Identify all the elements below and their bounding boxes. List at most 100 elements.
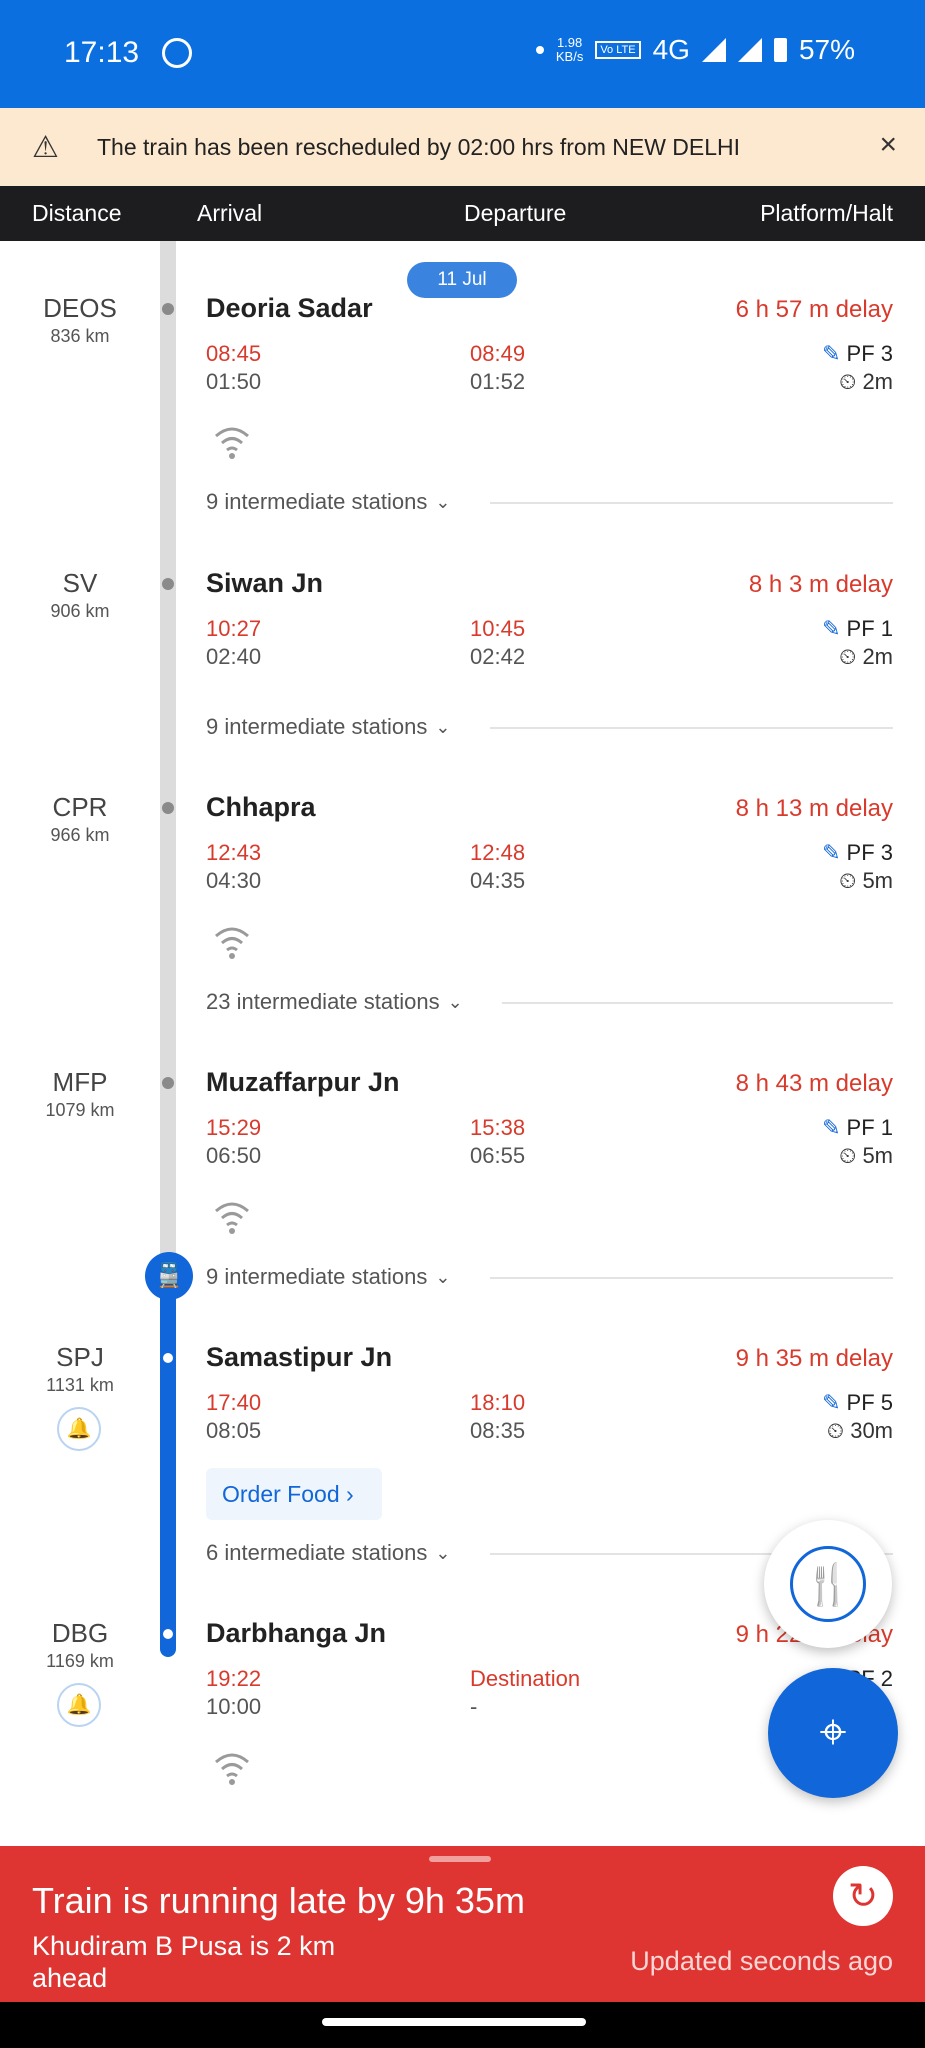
halt: ⏲ 2m [839, 644, 893, 669]
halt: ⏲ 5m [839, 1143, 893, 1168]
system-nav-bar [0, 2002, 925, 2048]
food-fab[interactable]: 🍴 [764, 1520, 892, 1648]
intermediate-stations-toggle[interactable]: 6 intermediate stations ⌄ [206, 1540, 450, 1566]
status-icons: 1.98 KB/s Vo LTE 4G 57% [535, 34, 855, 66]
next-station-info: Khudiram B Pusa is 2 km ahead [32, 1931, 336, 1993]
station-name[interactable]: Siwan Jn [206, 568, 323, 599]
delay-text: 8 h 43 m delay [735, 1070, 893, 1097]
station-code: MFP [52, 1067, 108, 1097]
station-node [162, 1077, 174, 1089]
departure-actual: Destination [470, 1666, 581, 1691]
bell-icon[interactable]: 🔔 [57, 1407, 101, 1451]
divider [490, 502, 893, 504]
chevron-down-icon: ⌄ [447, 991, 463, 1012]
platform: ✎ PF 3 [822, 840, 893, 865]
wifi-icon [215, 427, 249, 459]
station-name[interactable]: Chhapra [206, 792, 316, 823]
arrival-scheduled: 06:50 [206, 1143, 262, 1168]
warning-icon: ⚠ [32, 131, 59, 164]
station-code: CPR [52, 792, 108, 822]
col-departure: Departure [464, 200, 567, 226]
departure-scheduled: 04:35 [470, 868, 526, 893]
app-notification-icon [162, 38, 192, 68]
column-header: Distance Arrival Departure Platform/Halt [0, 186, 925, 241]
station-distance: 836 km [50, 326, 110, 346]
station-node [162, 303, 174, 315]
divider [502, 1002, 893, 1004]
signal-icon [701, 38, 726, 62]
close-icon[interactable]: × [879, 128, 897, 162]
departure-scheduled: 02:42 [470, 644, 526, 669]
platform: ✎ PF 1 [822, 1115, 893, 1140]
location-fab[interactable]: ⌖ [768, 1668, 898, 1798]
home-gesture-handle[interactable] [322, 2018, 586, 2026]
pencil-icon[interactable]: ✎ [822, 616, 840, 641]
timer-off-icon: ⏲ [839, 868, 863, 893]
refresh-icon[interactable]: ↻ [833, 1866, 893, 1926]
intermediate-stations-toggle[interactable]: 9 intermediate stations ⌄ [206, 1264, 450, 1290]
pencil-icon[interactable]: ✎ [822, 1390, 840, 1415]
bell-icon[interactable]: 🔔 [57, 1683, 101, 1727]
running-late-title: Train is running late by 9h 35m [32, 1880, 525, 1921]
battery-icon [773, 38, 787, 62]
arrival-scheduled: 08:05 [206, 1418, 262, 1443]
station-name[interactable]: Samastipur Jn [206, 1342, 392, 1373]
route-rail-passed [160, 241, 176, 1261]
status-time: 17:13 [64, 36, 140, 69]
departure-scheduled: 01:52 [470, 369, 526, 394]
station-distance: 1131 km [46, 1375, 114, 1395]
arrival-actual: 15:29 [206, 1115, 262, 1140]
col-distance: Distance [32, 200, 122, 226]
network-type: 4G [652, 34, 690, 65]
delay-text: 8 h 13 m delay [735, 795, 893, 822]
departure-scheduled: - [470, 1694, 478, 1719]
departure-actual: 08:49 [470, 341, 526, 366]
wifi-icon [215, 1753, 249, 1785]
intermediate-stations-toggle[interactable]: 9 intermediate stations ⌄ [206, 489, 450, 515]
intermediate-stations-toggle[interactable]: 9 intermediate stations ⌄ [206, 714, 450, 740]
departure-actual: 10:45 [470, 616, 526, 641]
timer-off-icon: ⏲ [826, 1418, 851, 1443]
station-node [162, 802, 174, 814]
chevron-down-icon: ⌄ [435, 1542, 451, 1563]
updated-time: Updated seconds ago [630, 1946, 893, 1976]
arrival-scheduled: 02:40 [206, 644, 262, 669]
order-food-button[interactable]: Order Food › [206, 1468, 382, 1520]
battery-percent: 57% [798, 34, 855, 65]
station-node [163, 1629, 173, 1639]
col-arrival: Arrival [197, 200, 263, 226]
arrival-scheduled: 10:00 [206, 1694, 262, 1719]
running-status-sheet[interactable]: Train is running late by 9h 35m Khudiram… [0, 1846, 925, 2002]
pencil-icon[interactable]: ✎ [822, 1115, 840, 1140]
reschedule-alert: ⚠ The train has been rescheduled by 02:0… [0, 108, 925, 186]
arrival-actual: 12:43 [206, 840, 262, 865]
station-distance: 1169 km [46, 1651, 114, 1671]
chevron-down-icon: ⌄ [435, 716, 451, 737]
timer-off-icon: ⏲ [839, 644, 863, 669]
pencil-icon[interactable]: ✎ [822, 341, 840, 366]
station-code: SV [62, 568, 98, 598]
station-name[interactable]: Deoria Sadar [206, 293, 373, 324]
drag-handle[interactable] [429, 1856, 491, 1862]
station-name[interactable]: Muzaffarpur Jn [206, 1067, 400, 1098]
delay-text: 8 h 3 m delay [748, 571, 893, 598]
departure-scheduled: 08:35 [470, 1418, 526, 1443]
departure-actual: 12:48 [470, 840, 526, 865]
notification-dot-icon [535, 46, 544, 54]
platform: ✎ PF 1 [822, 616, 893, 641]
wifi-icon [215, 927, 249, 959]
train-position-icon[interactable]: 🚆 [145, 1252, 193, 1300]
platform: ✎ PF 5 [822, 1390, 893, 1415]
pencil-icon[interactable]: ✎ [822, 840, 840, 865]
station-name[interactable]: Darbhanga Jn [206, 1618, 386, 1649]
station-distance: 966 km [50, 825, 110, 845]
food-icon: 🍴 [790, 1546, 866, 1622]
station-distance: 906 km [50, 601, 110, 621]
arrival-scheduled: 01:50 [206, 369, 262, 394]
station-node [163, 1353, 173, 1363]
halt: ⏲ 30m [826, 1418, 893, 1443]
departure-actual: 15:38 [470, 1115, 526, 1140]
station-node [162, 578, 174, 590]
intermediate-stations-toggle[interactable]: 23 intermediate stations ⌄ [206, 989, 463, 1015]
arrival-actual: 17:40 [206, 1390, 262, 1415]
